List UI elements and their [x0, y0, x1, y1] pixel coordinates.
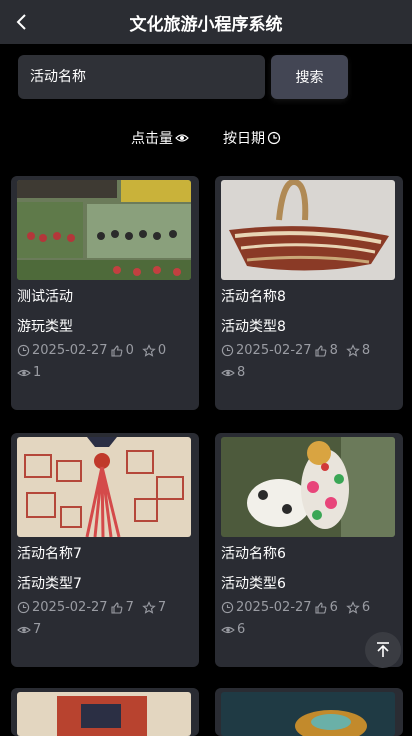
activity-type: 活动类型6 — [221, 576, 286, 592]
search-button[interactable]: 搜索 — [271, 55, 348, 99]
favorite-count: 0 — [157, 343, 167, 358]
activity-image — [221, 692, 395, 736]
clock-icon — [267, 131, 281, 145]
star-icon — [346, 600, 360, 614]
activity-card[interactable]: 活动名称6 活动类型6 2025-02-27 6 6 6 — [215, 433, 403, 667]
back-button[interactable] — [8, 8, 36, 36]
view-count: 8 — [237, 365, 246, 380]
activity-date: 2025-02-27 — [32, 343, 108, 358]
arrow-up-to-top-icon — [377, 642, 389, 657]
like-count: 0 — [125, 343, 134, 358]
activity-name: 测试活动 — [17, 289, 73, 305]
thumb-up-icon — [315, 601, 326, 614]
activity-views: 1 — [17, 365, 41, 380]
sort-options: 点击量 按日期 — [0, 126, 412, 150]
sort-date-label: 按日期 — [223, 131, 265, 147]
activity-card[interactable] — [11, 688, 199, 736]
activity-image — [221, 180, 395, 280]
view-count: 1 — [33, 365, 42, 380]
activity-card[interactable] — [215, 688, 403, 736]
clock-icon — [17, 344, 30, 357]
eye-icon — [17, 626, 31, 633]
activity-name: 活动名称8 — [221, 289, 286, 305]
activity-views: 6 — [221, 622, 245, 637]
favorite-count: 6 — [361, 600, 371, 615]
thumb-up-icon — [315, 344, 326, 357]
clock-icon — [17, 601, 30, 614]
activity-image — [221, 437, 395, 537]
eye-icon — [221, 626, 235, 633]
activity-meta: 2025-02-27 6 6 — [221, 600, 370, 615]
top-bar: 文化旅游小程序系统 — [0, 0, 412, 44]
activity-views: 7 — [17, 622, 41, 637]
search-input[interactable] — [18, 55, 265, 99]
activity-card[interactable]: 活动名称8 活动类型8 2025-02-27 8 8 8 — [215, 176, 403, 410]
activity-meta: 2025-02-27 7 7 — [17, 600, 166, 615]
eye-icon — [175, 134, 189, 142]
activity-image — [17, 180, 191, 280]
activity-card[interactable]: 活动名称7 活动类型7 2025-02-27 7 7 7 — [11, 433, 199, 667]
search-bar: 搜索 — [18, 55, 348, 99]
thumb-up-icon — [111, 344, 122, 357]
back-to-top-button[interactable] — [365, 632, 401, 668]
activity-card[interactable]: 测试活动 游玩类型 2025-02-27 0 0 1 — [11, 176, 199, 410]
favorite-count: 8 — [361, 343, 371, 358]
like-count: 7 — [125, 600, 134, 615]
activity-meta: 2025-02-27 8 8 — [221, 343, 370, 358]
activity-views: 8 — [221, 365, 245, 380]
like-count: 8 — [329, 343, 338, 358]
sort-by-date[interactable]: 按日期 — [223, 126, 281, 150]
activity-date: 2025-02-27 — [32, 600, 108, 615]
activity-image — [17, 692, 191, 736]
eye-icon — [221, 369, 235, 376]
star-icon — [142, 343, 156, 357]
like-count: 6 — [329, 600, 338, 615]
clock-icon — [221, 601, 234, 614]
activity-type: 活动类型7 — [17, 576, 82, 592]
page-title: 文化旅游小程序系统 — [129, 14, 283, 35]
sort-by-clicks[interactable]: 点击量 — [131, 126, 189, 150]
activity-name: 活动名称6 — [221, 546, 286, 562]
eye-icon — [17, 369, 31, 376]
star-icon — [142, 600, 156, 614]
view-count: 6 — [237, 622, 246, 637]
clock-icon — [221, 344, 234, 357]
favorite-count: 7 — [157, 600, 167, 615]
activity-name: 活动名称7 — [17, 546, 82, 562]
activity-date: 2025-02-27 — [236, 600, 312, 615]
activity-type: 活动类型8 — [221, 319, 286, 335]
activity-date: 2025-02-27 — [236, 343, 312, 358]
activity-meta: 2025-02-27 0 0 — [17, 343, 166, 358]
activity-type: 游玩类型 — [17, 319, 73, 335]
sort-clicks-label: 点击量 — [131, 131, 173, 147]
chevron-left-icon — [16, 14, 26, 30]
star-icon — [346, 343, 360, 357]
activity-image — [17, 437, 191, 537]
view-count: 7 — [33, 622, 42, 637]
thumb-up-icon — [111, 601, 122, 614]
